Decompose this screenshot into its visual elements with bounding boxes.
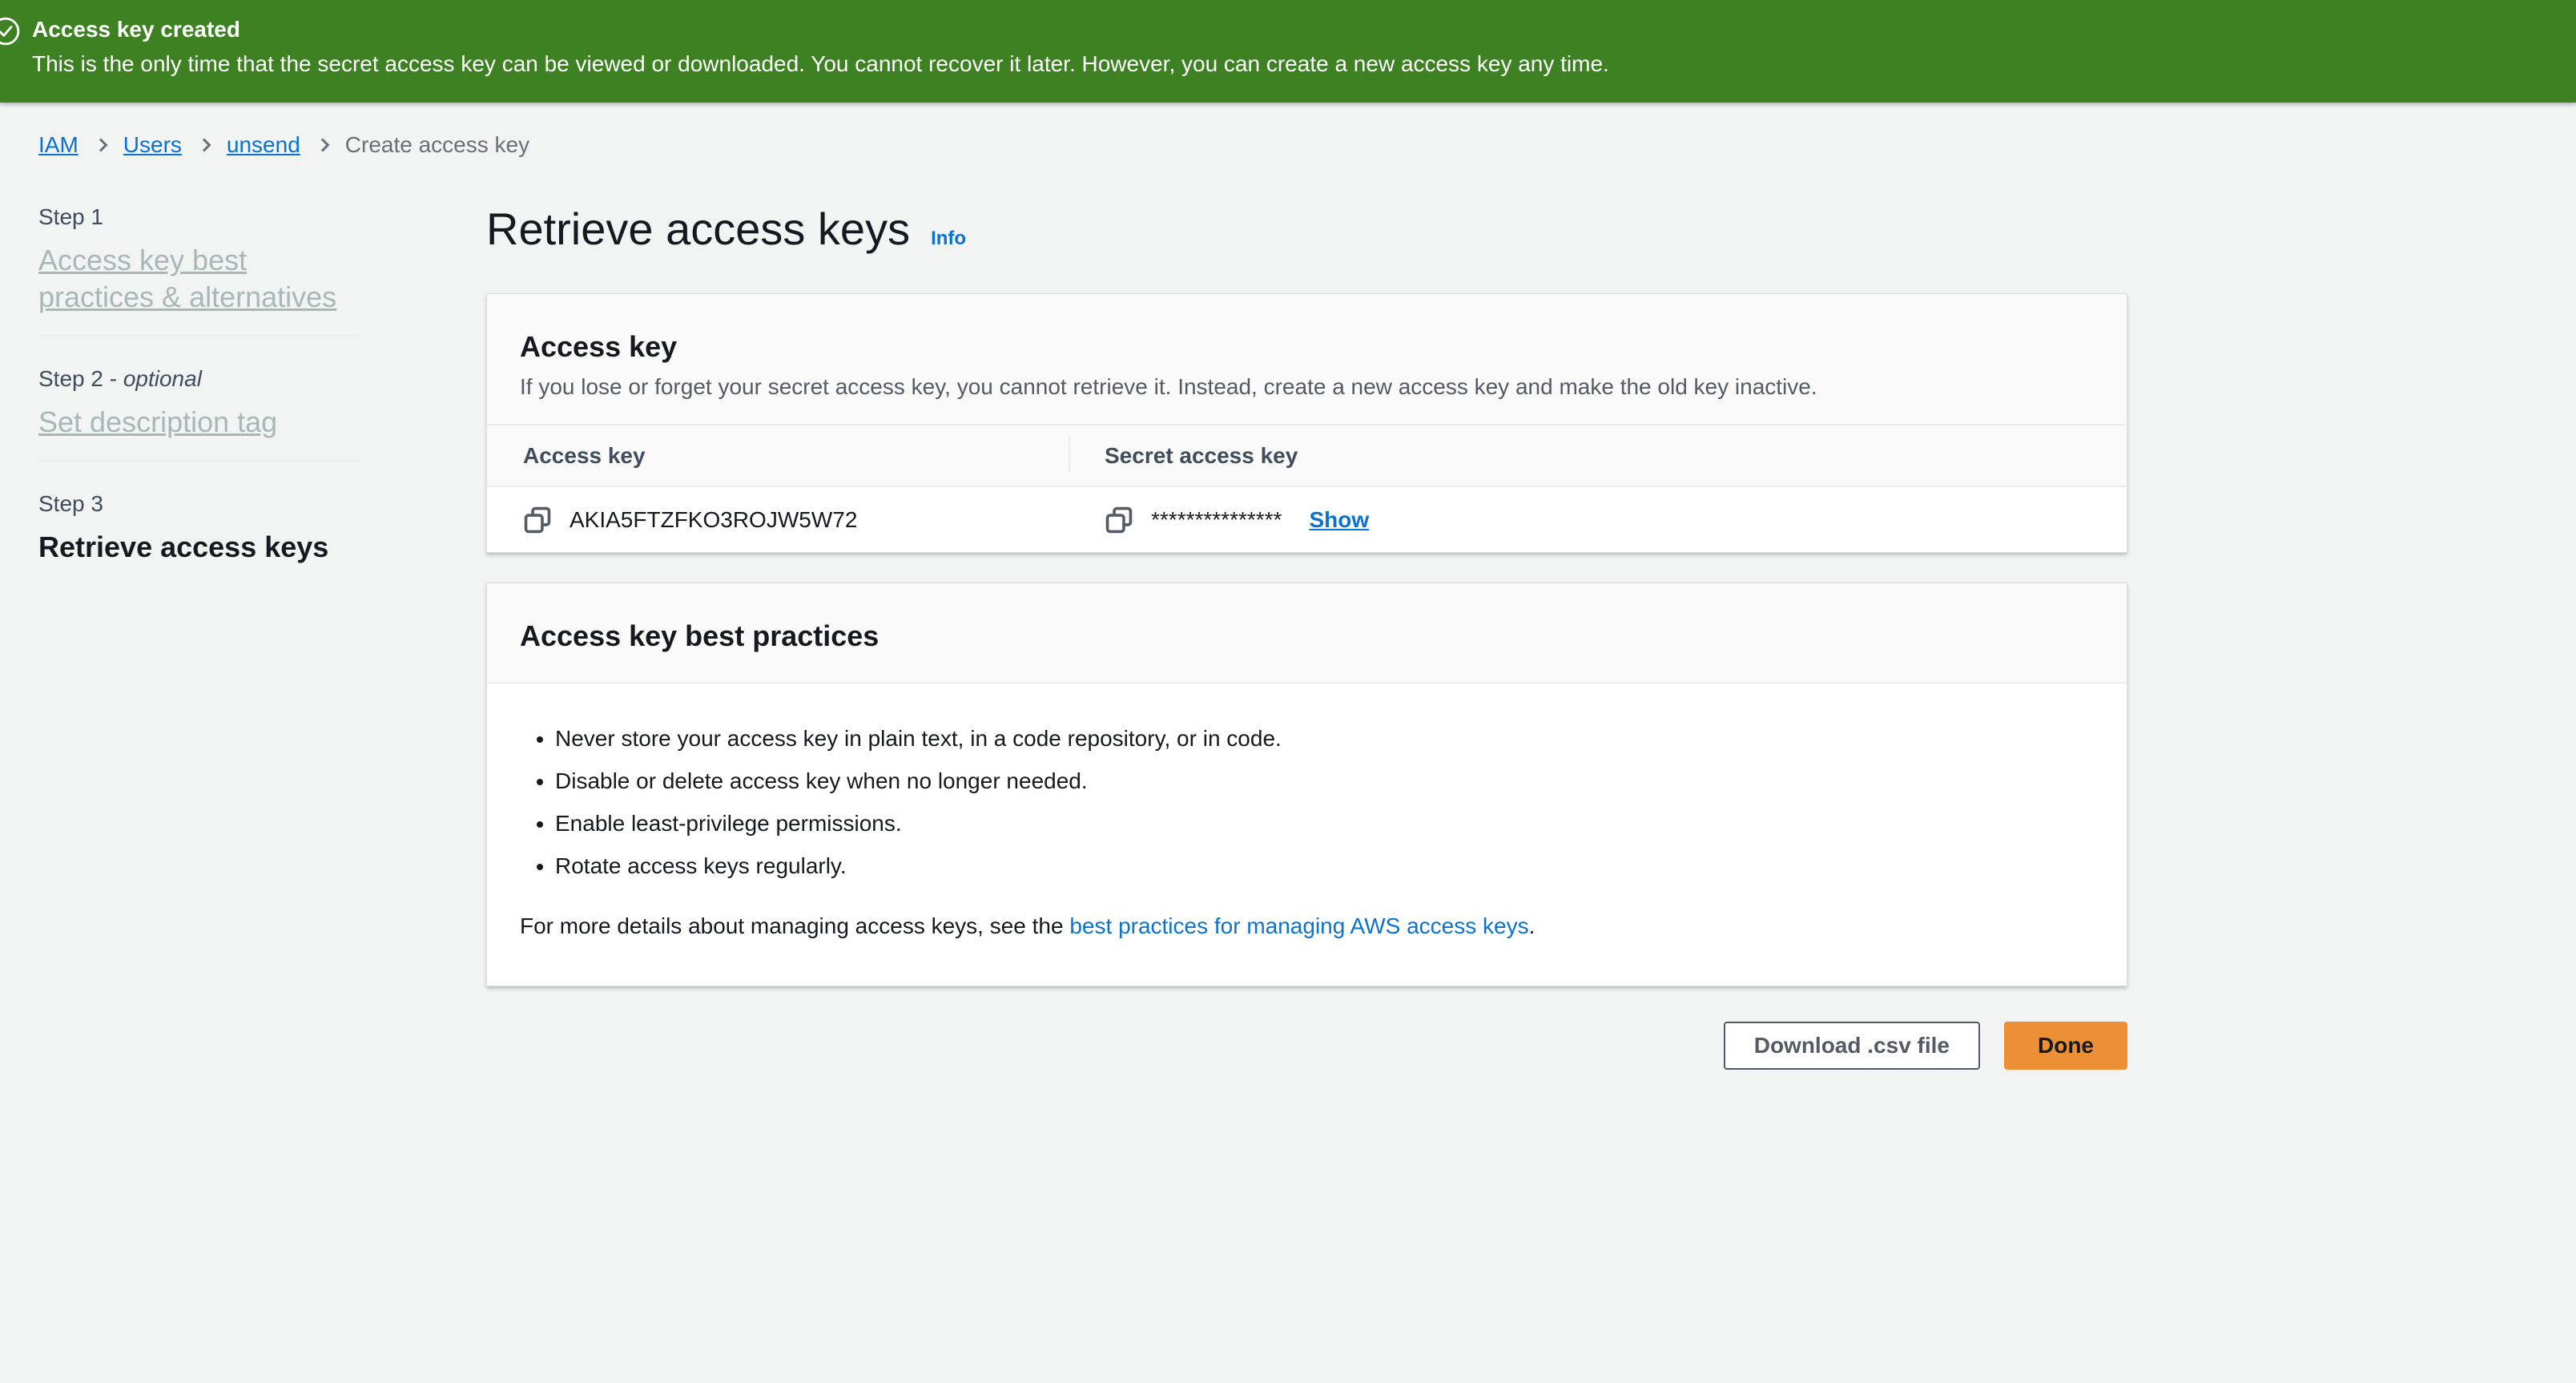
download-csv-button[interactable]: Download .csv file <box>1724 1022 1980 1070</box>
info-link[interactable]: Info <box>931 228 966 250</box>
column-header-access-key: Access key <box>487 443 1069 469</box>
access-key-id-value: AKIA5FTZFKO3ROJW5W72 <box>570 507 857 533</box>
step-3-label: Step 3 <box>38 490 359 518</box>
page-title: Retrieve access keys <box>486 204 910 255</box>
main-content: Retrieve access keys Info Access key If … <box>486 204 2127 1070</box>
access-key-table-row: AKIA5FTZFKO3ROJW5W72 *************** Sho… <box>487 486 2127 552</box>
step-2-separator: - <box>103 366 123 391</box>
wizard-steps-sidebar: Step 1 Access key best practices & alter… <box>38 204 359 1070</box>
best-practices-card-title: Access key best practices <box>520 619 2095 654</box>
page-header: Retrieve access keys Info <box>486 204 2127 255</box>
best-practice-item: Never store your access key in plain tex… <box>555 725 2095 752</box>
banner-message: This is the only time that the secret ac… <box>32 46 2544 82</box>
best-practices-footer: For more details about managing access k… <box>520 912 2095 941</box>
best-practices-list: Never store your access key in plain tex… <box>520 725 2095 880</box>
access-key-card-title: Access key <box>520 329 2095 365</box>
footer-period: . <box>1529 913 1536 938</box>
breadcrumb-item-user-unsend[interactable]: unsend <box>227 131 300 159</box>
step-2-link[interactable]: Set description tag <box>38 405 277 438</box>
step-3-block: Step 3 Retrieve access keys <box>38 462 359 585</box>
copy-access-key-button[interactable] <box>523 506 552 534</box>
banner-title: Access key created <box>32 13 2544 46</box>
footer-text: For more details about managing access k… <box>520 913 1069 938</box>
best-practices-card: Access key best practices Never store yo… <box>486 583 2127 986</box>
step-3-current-title: Retrieve access keys <box>38 529 359 566</box>
show-secret-link[interactable]: Show <box>1309 507 1369 533</box>
secret-key-masked-value: *************** <box>1151 507 1282 533</box>
copy-icon <box>524 506 551 534</box>
access-key-card-header: Access key If you lose or forget your se… <box>487 294 2127 424</box>
done-button[interactable]: Done <box>2004 1022 2127 1070</box>
breadcrumb-current: Create access key <box>345 131 529 159</box>
action-buttons: Download .csv file Done <box>486 1022 2127 1070</box>
best-practice-item: Enable least-privilege permissions. <box>555 810 2095 837</box>
breadcrumb-item-users[interactable]: Users <box>123 131 182 159</box>
step-1-link[interactable]: Access key best practices & alternatives <box>38 244 336 313</box>
best-practices-card-header: Access key best practices <box>487 583 2127 682</box>
step-2-label: Step 2 - optional <box>38 365 359 393</box>
step-1-label: Step 1 <box>38 204 359 231</box>
access-key-card: Access key If you lose or forget your se… <box>486 293 2127 553</box>
breadcrumb: IAM Users unsend Create access key <box>38 131 2576 159</box>
access-key-card-description: If you lose or forget your secret access… <box>520 373 2095 401</box>
best-practice-item: Rotate access keys regularly. <box>555 853 2095 880</box>
step-2-block: Step 2 - optional Set description tag <box>38 337 359 462</box>
breadcrumb-item-iam[interactable]: IAM <box>38 131 78 159</box>
column-header-secret-access-key: Secret access key <box>1069 443 2127 469</box>
copy-secret-key-button[interactable] <box>1105 506 1133 534</box>
best-practices-link[interactable]: best practices for managing AWS access k… <box>1069 913 1528 938</box>
secret-access-key-cell: *************** Show <box>1069 506 2127 534</box>
wizard-layout: Step 1 Access key best practices & alter… <box>0 204 2576 1070</box>
chevron-right-icon <box>94 139 107 152</box>
step-2-optional-tag: optional <box>123 366 202 391</box>
chevron-right-icon <box>197 139 211 152</box>
step-1-block: Step 1 Access key best practices & alter… <box>38 204 359 337</box>
chevron-right-icon <box>316 139 329 152</box>
success-banner: Access key created This is the only time… <box>0 0 2576 103</box>
access-key-cell: AKIA5FTZFKO3ROJW5W72 <box>487 506 1069 534</box>
check-circle-icon <box>0 16 21 46</box>
best-practices-card-body: Never store your access key in plain tex… <box>487 682 2127 986</box>
step-2-number: Step 2 <box>38 366 103 391</box>
best-practice-item: Disable or delete access key when no lon… <box>555 768 2095 795</box>
access-key-table-header: Access key Secret access key <box>487 424 2127 486</box>
copy-icon <box>1105 506 1133 534</box>
